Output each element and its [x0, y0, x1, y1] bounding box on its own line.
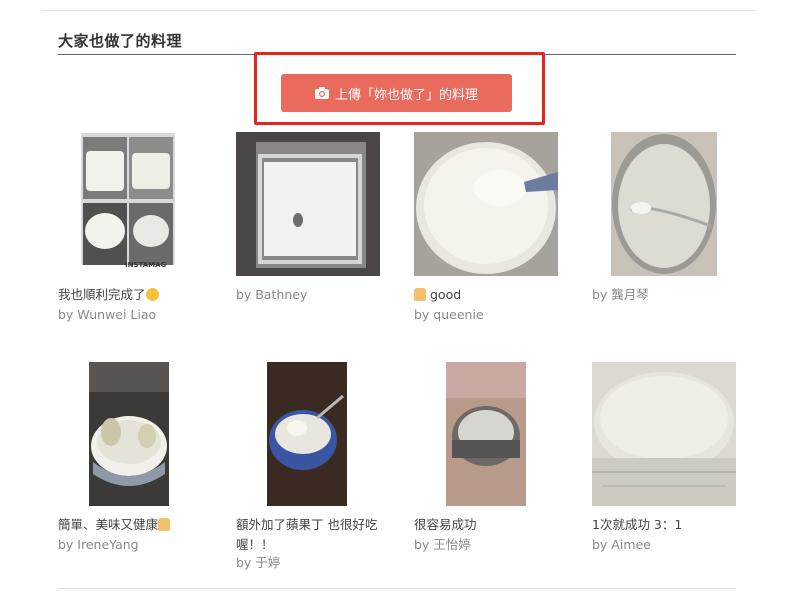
- section-title: 大家也做了的料理: [58, 32, 183, 50]
- card-thumbnail[interactable]: [236, 132, 380, 276]
- card-author[interactable]: by Wunwei Liao: [58, 305, 156, 325]
- card-caption: 我也順利完成了: [58, 285, 218, 305]
- card-caption: good: [414, 285, 574, 305]
- card-author[interactable]: by 龔月琴: [592, 285, 649, 305]
- card-thumbnail[interactable]: [89, 362, 169, 506]
- card-caption: 很容易成功: [414, 517, 477, 532]
- upload-button[interactable]: 上傳「妳也做了」的料理: [281, 74, 512, 112]
- card-author[interactable]: by 于婷: [236, 553, 280, 573]
- card-author[interactable]: by IreneYang: [58, 535, 139, 555]
- card-thumbnail[interactable]: [611, 132, 717, 276]
- card-thumbnail[interactable]: [446, 362, 526, 506]
- card-caption: 簡單、美味又健康: [58, 515, 218, 535]
- thumbs-up-icon: [414, 288, 426, 301]
- upload-button-label: 上傳「妳也做了」的料理: [334, 87, 478, 103]
- card-author[interactable]: by Aimee: [592, 535, 651, 555]
- bottom-divider: [58, 588, 736, 589]
- top-divider: [43, 10, 756, 11]
- photo-watermark: INSTAMAG: [125, 261, 167, 269]
- card-thumbnail[interactable]: INSTAMAG: [81, 133, 175, 275]
- card-author[interactable]: by 王怡婷: [414, 535, 471, 555]
- card-thumbnail[interactable]: [414, 132, 558, 276]
- smile-icon: [145, 288, 159, 301]
- thumbs-up-icon: [158, 518, 171, 531]
- card-author[interactable]: by Bathney: [236, 285, 307, 305]
- card-caption: 1次就成功 3：1: [592, 517, 683, 532]
- card-caption: 額外加了蘋果丁 也很好吃喔！！: [236, 517, 378, 552]
- card-thumbnail[interactable]: [267, 362, 347, 506]
- card-thumbnail[interactable]: [592, 362, 736, 506]
- camera-icon: [314, 87, 329, 99]
- card-author[interactable]: by queenie: [414, 305, 484, 325]
